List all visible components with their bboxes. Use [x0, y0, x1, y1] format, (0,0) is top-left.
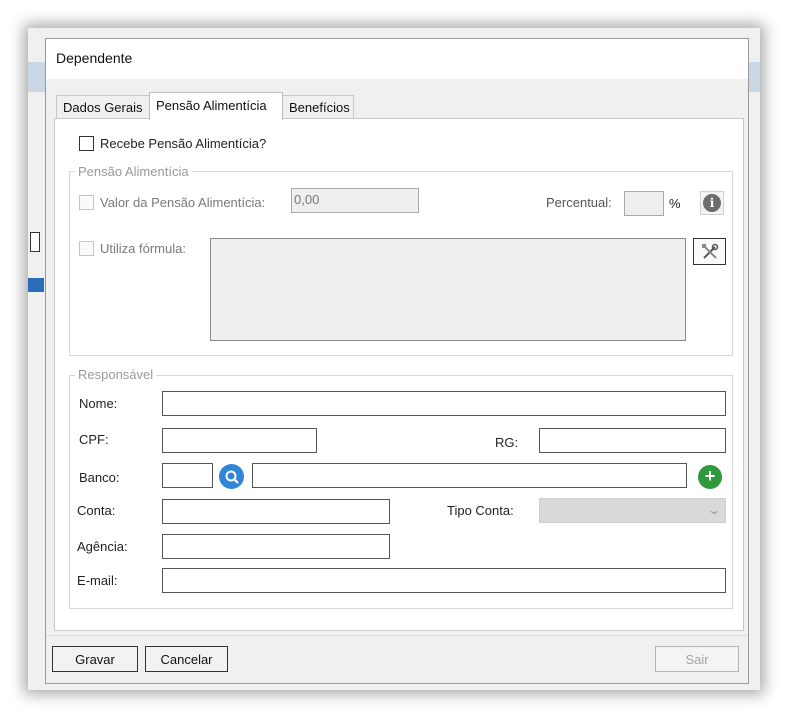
tab-dados-gerais[interactable]: Dados Gerais — [56, 95, 150, 119]
plus-icon: + — [704, 466, 716, 486]
account-type-label: Tipo Conta: — [447, 503, 514, 518]
responsible-group-title: Responsável — [75, 367, 157, 382]
exit-button[interactable]: Sair — [655, 646, 739, 672]
tab-pensao-alimenticia[interactable]: Pensão Alimentícia — [149, 92, 283, 120]
bank-code-input[interactable] — [162, 463, 213, 488]
chevron-down-icon: ⌄ — [706, 503, 722, 517]
receives-pension-checkbox[interactable] — [79, 136, 94, 151]
formula-label: Utiliza fórmula: — [100, 241, 186, 256]
bank-add-button[interactable]: + — [698, 465, 722, 489]
dependente-dialog: Dependente Dados Gerais Pensão Alimentíc… — [45, 38, 749, 684]
percent-unit: % — [669, 196, 681, 211]
pension-value-checkbox[interactable] — [79, 195, 94, 210]
tab-beneficios[interactable]: Benefícios — [282, 95, 354, 119]
background-selection-fragment — [28, 278, 44, 292]
bank-search-button[interactable] — [219, 464, 244, 489]
agency-label: Agência: — [77, 539, 128, 554]
info-icon: i — [703, 194, 721, 212]
email-input[interactable] — [162, 568, 726, 593]
account-input[interactable] — [162, 499, 390, 524]
percent-input[interactable] — [624, 191, 664, 216]
formula-checkbox[interactable] — [79, 241, 94, 256]
info-button[interactable]: i — [700, 191, 724, 215]
bank-label: Banco: — [79, 470, 120, 485]
pension-value-input[interactable]: 0,00 — [291, 188, 419, 213]
account-type-select[interactable]: ⌄ — [539, 498, 726, 523]
bank-name-input[interactable] — [252, 463, 687, 488]
cpf-input[interactable] — [162, 428, 317, 453]
save-button[interactable]: Gravar — [52, 646, 138, 672]
rg-label: RG: — [495, 435, 519, 450]
receives-pension-label: Recebe Pensão Alimentícia? — [100, 136, 267, 151]
dialog-titlebar: Dependente — [46, 39, 748, 79]
agency-input[interactable] — [162, 534, 390, 559]
name-input[interactable] — [162, 391, 726, 416]
account-label: Conta: — [77, 503, 116, 518]
name-label: Nome: — [79, 396, 118, 411]
background-toolbar-fragment — [28, 62, 46, 92]
formula-textarea[interactable] — [210, 238, 686, 341]
search-icon — [225, 470, 239, 484]
pension-group-title: Pensão Alimentícia — [75, 164, 192, 179]
cpf-label: CPF: — [79, 432, 109, 447]
dialog-footer: Gravar Cancelar Sair — [46, 635, 748, 683]
dialog-title: Dependente — [56, 50, 133, 66]
tools-icon — [701, 243, 718, 259]
cancel-button[interactable]: Cancelar — [145, 646, 228, 672]
percent-label: Percentual: — [546, 195, 612, 210]
rg-input[interactable] — [539, 428, 726, 453]
background-field-fragment — [30, 232, 40, 252]
tab-strip: Dados Gerais Pensão Alimentícia Benefíci… — [46, 79, 748, 120]
formula-edit-button[interactable] — [693, 238, 726, 265]
email-label: E-mail: — [77, 573, 118, 588]
tab-panel: Recebe Pensão Alimentícia? Pensão Alimen… — [54, 118, 744, 631]
pension-value-label: Valor da Pensão Alimentícia: — [100, 195, 266, 210]
